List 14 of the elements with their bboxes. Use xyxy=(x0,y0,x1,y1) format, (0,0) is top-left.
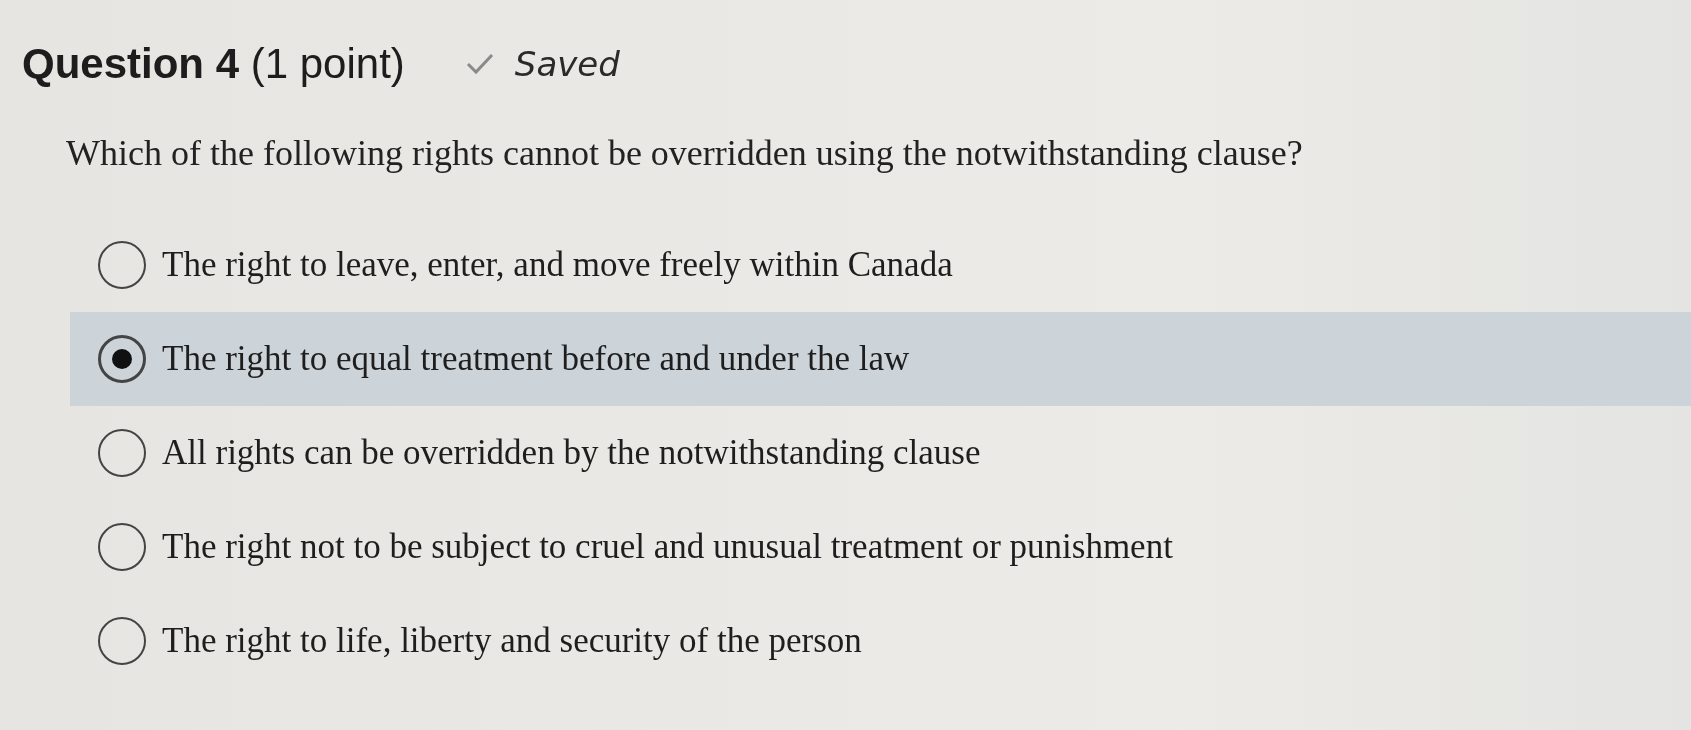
radio-button[interactable] xyxy=(98,617,146,665)
check-icon xyxy=(464,52,495,76)
question-title: Question 4 (1 point) xyxy=(22,40,405,88)
selected-option-row[interactable]: The right to equal treatment before and under the law xyxy=(70,312,1691,406)
radio-button[interactable] xyxy=(98,523,146,571)
option-row[interactable]: The right to leave, enter, and move freely within Canada xyxy=(70,218,1691,312)
question-text: Which of the following rights cannot be overridden using the notwithstanding clause? xyxy=(66,132,1304,174)
radio-button[interactable] xyxy=(98,241,146,289)
saved-status: Saved xyxy=(514,44,620,84)
radio-button[interactable] xyxy=(98,429,146,477)
option-row[interactable]: The right not to be subject to cruel and unusual treatment or punishment xyxy=(70,500,1691,594)
option-row[interactable]: All rights can be overridden by the notwithstanding clause xyxy=(70,406,1691,500)
option-row[interactable]: The right to life, liberty and security of the person xyxy=(70,594,1691,688)
radio-button[interactable] xyxy=(98,335,146,383)
